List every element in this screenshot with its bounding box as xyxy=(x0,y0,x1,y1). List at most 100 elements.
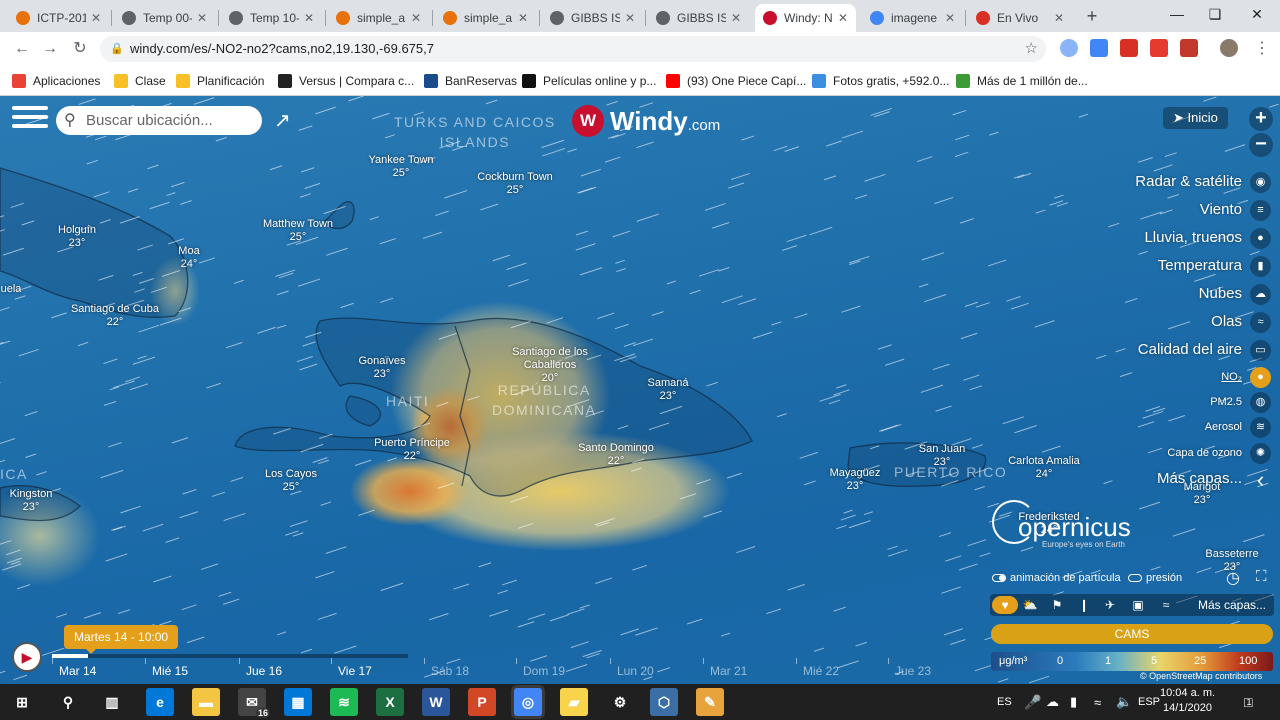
city-label[interactable]: Yankee Town 25° xyxy=(341,154,461,180)
microphone-icon[interactable]: 🎤 xyxy=(1024,684,1041,720)
bookmark-item[interactable]: Planificación xyxy=(176,72,264,90)
plane-icon[interactable]: ✈ xyxy=(1100,596,1120,614)
close-tab-icon[interactable]: ✕ xyxy=(518,11,528,25)
layer-item[interactable]: Capa de ozono xyxy=(1167,447,1242,459)
city-label[interactable]: Santo Domingo 22° xyxy=(556,442,676,468)
close-tab-icon[interactable]: ✕ xyxy=(91,11,101,25)
close-tab-icon[interactable]: ✕ xyxy=(731,11,741,25)
input-language[interactable]: ESP xyxy=(1138,684,1160,720)
pm-icon[interactable]: ◍ xyxy=(1250,392,1271,413)
browser-tab[interactable]: GIBBS IS ✕ xyxy=(648,4,749,32)
timeline-day[interactable]: Sáb 18 xyxy=(431,664,469,678)
wifi-icon[interactable]: ≈ xyxy=(1156,596,1176,614)
close-tab-icon[interactable]: ✕ xyxy=(1054,11,1064,25)
city-label[interactable]: Gonaïves 23° xyxy=(322,355,442,381)
play-button[interactable]: ▶ xyxy=(12,642,42,672)
sticky-icon[interactable]: ▰ xyxy=(560,688,588,716)
thermometer-icon[interactable]: ▮ xyxy=(1250,256,1271,277)
close-tab-icon[interactable]: ✕ xyxy=(304,11,314,25)
globe-icon[interactable]: ◉ xyxy=(1250,172,1271,193)
search-input[interactable]: ⚲ Buscar ubicación... xyxy=(56,106,262,135)
word-icon[interactable]: W xyxy=(422,688,450,716)
hamburger-menu-icon[interactable] xyxy=(12,106,48,136)
mail-icon[interactable]: ✉ 16 xyxy=(238,688,270,718)
profile-avatar[interactable] xyxy=(1220,39,1238,57)
browser-tab[interactable]: Temp 00- ✕ xyxy=(114,4,215,32)
layer-item[interactable]: Más capas... xyxy=(1157,470,1242,487)
new-tab-button[interactable]: + xyxy=(1081,4,1103,28)
ozone-icon[interactable]: ✺ xyxy=(1250,443,1271,464)
bookmark-item[interactable]: Películas online y p... xyxy=(522,72,656,90)
paint-icon[interactable]: ✎ xyxy=(696,688,724,716)
city-label[interactable]: Matthew Town 25° xyxy=(238,218,358,244)
powerpoint-icon[interactable]: P xyxy=(468,688,496,716)
browser-tab[interactable]: ICTP-201 ✕ xyxy=(8,4,109,32)
timeline-bar[interactable] xyxy=(52,654,408,658)
city-label[interactable]: Cockburn Town 25° xyxy=(455,171,575,197)
city-label[interactable]: Moa 24° xyxy=(129,245,249,271)
bookmark-item[interactable]: Versus | Compara c... xyxy=(278,72,414,90)
browser-tab[interactable]: Windy: N ✕ xyxy=(755,4,856,32)
pdf-extension-icon[interactable] xyxy=(1120,39,1138,57)
weather-icon[interactable]: ⛅ xyxy=(1020,596,1040,614)
search-icon[interactable]: ⚲ xyxy=(54,688,82,716)
city-label[interactable]: Santiago de Cuba 22° xyxy=(55,303,175,329)
onedrive-icon[interactable]: ☁ xyxy=(1046,684,1059,720)
bookmark-item[interactable]: BanReservas xyxy=(424,72,517,90)
edge-icon[interactable]: e xyxy=(146,688,174,716)
favorite-heart-icon[interactable]: ♥ xyxy=(992,596,1018,614)
store-icon[interactable]: ▦ xyxy=(284,688,312,716)
zoom-out-button[interactable]: − xyxy=(1249,133,1273,157)
system-clock[interactable]: 10:04 a. m. 14/1/2020 xyxy=(1160,686,1215,716)
wifi-tray-icon[interactable]: ≈ xyxy=(1094,684,1101,720)
close-tab-icon[interactable]: ✕ xyxy=(411,11,421,25)
particle-toggle[interactable]: animación de partícula xyxy=(992,572,1121,584)
chrome-icon[interactable]: ◎ xyxy=(514,688,542,716)
share-icon[interactable]: ↗ xyxy=(274,108,291,133)
explorer-icon[interactable]: ▬ xyxy=(192,688,220,716)
timeline-day[interactable]: Vie 17 xyxy=(338,664,372,678)
timeline-day[interactable]: Dom 19 xyxy=(523,664,565,678)
battery-icon[interactable]: ▮ xyxy=(1070,684,1077,720)
reload-icon[interactable]: ↻ xyxy=(68,37,92,61)
browser-tab[interactable]: GIBBS IS ✕ xyxy=(542,4,643,32)
bookmark-item[interactable]: Más de 1 millón de... xyxy=(956,72,1088,90)
layer-item[interactable]: Radar & satélite xyxy=(1135,173,1242,190)
city-label[interactable]: Puerto Príncipe 22° xyxy=(352,437,472,463)
cams-product-button[interactable]: CAMS xyxy=(991,624,1273,644)
language-indicator[interactable]: ES xyxy=(997,684,1012,720)
browser-tab[interactable]: imagene ✕ xyxy=(862,4,963,32)
pin-extension-icon[interactable] xyxy=(1150,39,1168,57)
browser-tab[interactable]: En Vivo ✕ xyxy=(968,4,1072,32)
timeline-day[interactable]: Mié 15 xyxy=(152,664,188,678)
volume-icon[interactable]: 🔈 xyxy=(1116,684,1132,720)
bookmark-item[interactable]: Clase xyxy=(114,72,166,90)
city-label[interactable]: Carlota Amalia 24° xyxy=(984,455,1104,481)
bookmark-item[interactable]: Fotos gratis, +592.0... xyxy=(812,72,949,90)
aerosol-icon[interactable]: ≋ xyxy=(1250,417,1271,438)
windy-logo[interactable]: W Windy .com xyxy=(572,104,720,138)
car-icon[interactable]: ▭ xyxy=(1250,340,1271,361)
city-label[interactable]: Los Cayos 25° xyxy=(231,468,351,494)
extension-eye-icon[interactable] xyxy=(1060,39,1078,57)
waves-icon[interactable]: ≈ xyxy=(1250,312,1271,333)
bookmark-item[interactable]: Aplicaciones xyxy=(12,72,100,90)
spotify-icon[interactable]: ≋ xyxy=(330,688,358,716)
bookmark-star-icon[interactable]: ☆ xyxy=(1025,36,1038,62)
city-label[interactable]: Samaná 23° xyxy=(608,377,728,403)
pressure-toggle[interactable]: presión xyxy=(1128,572,1182,584)
inicio-button[interactable]: ➤ Inicio xyxy=(1163,107,1228,129)
layer-item[interactable]: Olas xyxy=(1211,313,1242,330)
zoom-in-button[interactable]: + xyxy=(1249,107,1273,131)
more-layers-button[interactable]: Más capas... xyxy=(1198,594,1266,616)
clock-icon[interactable]: ◷ xyxy=(1226,568,1240,588)
close-tab-icon[interactable]: ✕ xyxy=(625,11,635,25)
layer-item[interactable]: Temperatura xyxy=(1158,257,1242,274)
layer-item[interactable]: Nubes xyxy=(1199,285,1242,302)
address-bar[interactable]: 🔒 windy.com/es/-NO2-no2?cams,no2,19.130,… xyxy=(100,36,1046,62)
acrobat-extension-icon[interactable] xyxy=(1180,39,1198,57)
layer-item[interactable]: Calidad del aire xyxy=(1138,341,1242,358)
cloud-icon[interactable]: ☁ xyxy=(1250,284,1271,305)
close-window-button[interactable]: ✕ xyxy=(1234,0,1280,30)
wind-icon[interactable]: ≡ xyxy=(1250,200,1271,221)
